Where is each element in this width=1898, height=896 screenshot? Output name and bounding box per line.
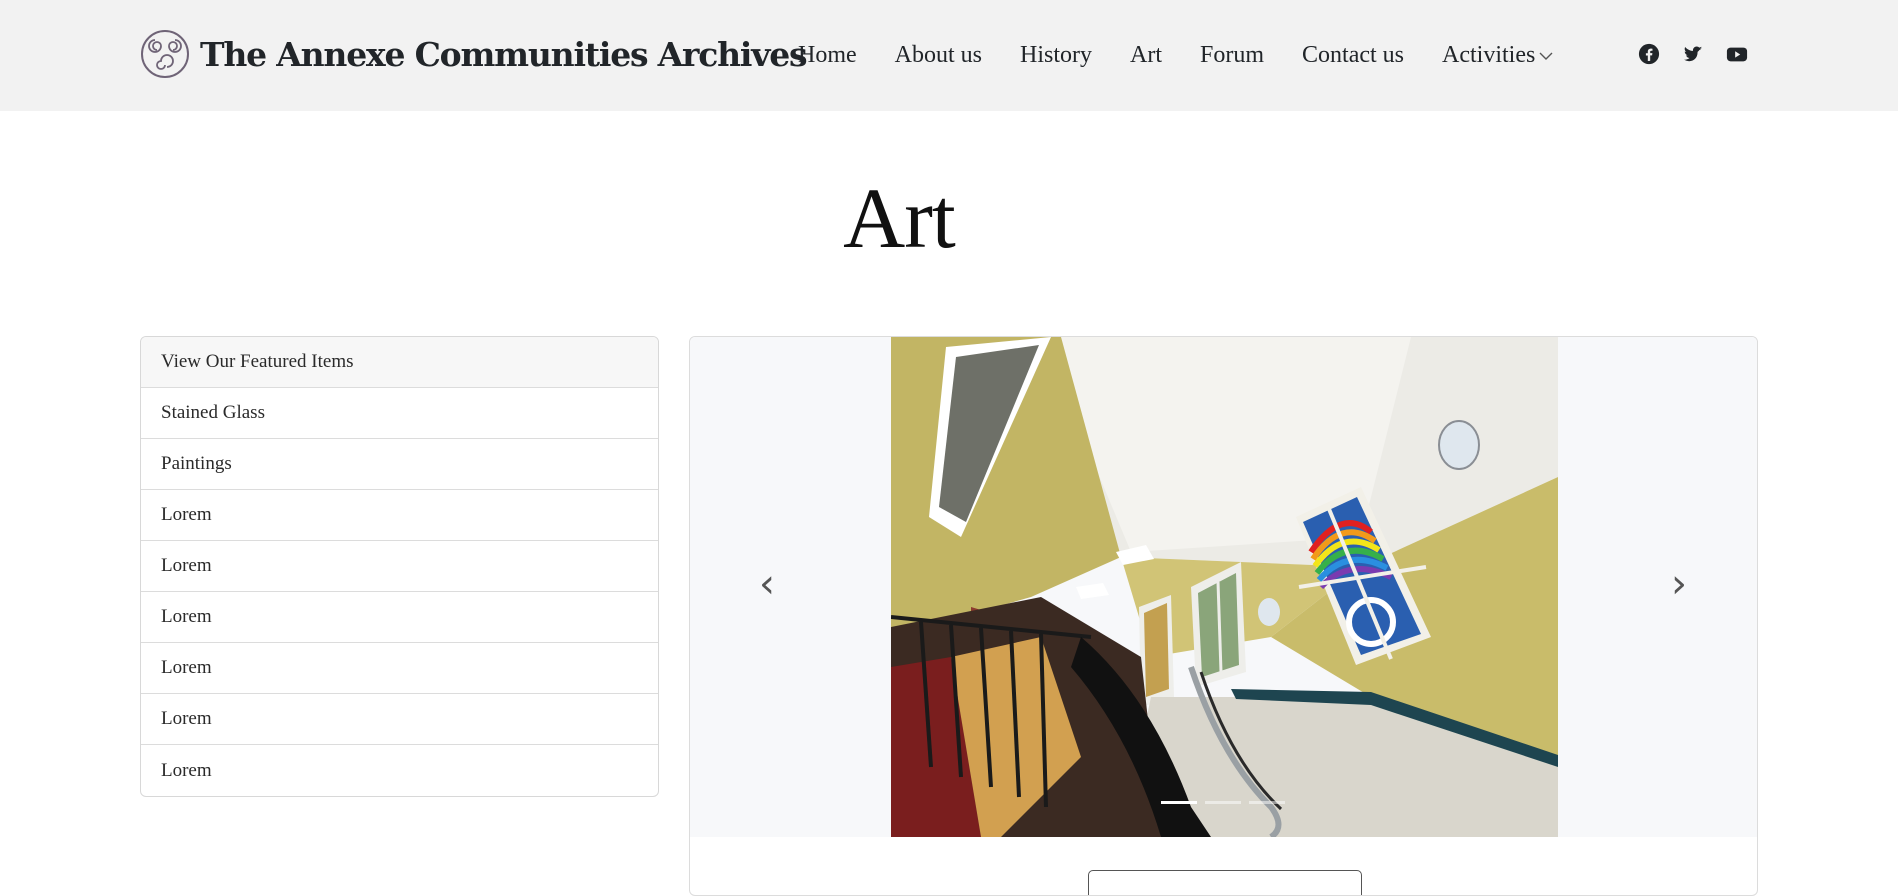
site-header: The Annexe Communities Archives Home Abo…: [0, 0, 1898, 111]
carousel-indicator-1[interactable]: [1161, 801, 1197, 804]
nav-history[interactable]: History: [1001, 42, 1111, 69]
list-item[interactable]: Lorem: [141, 745, 658, 796]
main-nav: Home About us History Art Forum Contact …: [780, 36, 1572, 74]
stairwell-stained-glass-photo: [891, 337, 1558, 837]
list-item[interactable]: Lorem: [141, 592, 658, 643]
list-item[interactable]: Lorem: [141, 643, 658, 694]
list-item[interactable]: Lorem: [141, 490, 658, 541]
youtube-icon[interactable]: [1726, 43, 1748, 65]
triple-spiral-logo-icon: [141, 30, 189, 78]
brand-name: The Annexe Communities Archives: [200, 34, 808, 74]
nav-about-us[interactable]: About us: [876, 42, 1001, 69]
art-category-list: View Our Featured Items Stained Glass Pa…: [140, 336, 659, 797]
list-item[interactable]: Lorem: [141, 541, 658, 592]
nav-forum[interactable]: Forum: [1181, 42, 1283, 69]
nav-home[interactable]: Home: [780, 42, 876, 69]
image-carousel: ‹ ›: [690, 337, 1757, 837]
social-links: [1638, 42, 1748, 66]
featured-carousel-card: ‹ ›: [689, 336, 1758, 896]
list-item-featured-items[interactable]: View Our Featured Items: [141, 337, 658, 388]
carousel-slide-image: [891, 337, 1558, 837]
list-item[interactable]: Lorem: [141, 694, 658, 745]
chevron-left-icon: ‹: [759, 561, 775, 607]
page-title: Art: [0, 168, 1898, 268]
chevron-right-icon: ›: [1671, 561, 1687, 607]
chevron-down-icon: [1539, 52, 1553, 60]
nav-activities-label: Activities: [1442, 41, 1536, 68]
page-title-text: Art: [843, 170, 956, 266]
list-item-paintings[interactable]: Paintings: [141, 439, 658, 490]
twitter-icon[interactable]: [1682, 43, 1704, 65]
carousel-indicators: [1161, 801, 1285, 805]
brand-link[interactable]: The Annexe Communities Archives: [140, 28, 808, 80]
list-item-stained-glass[interactable]: Stained Glass: [141, 388, 658, 439]
carousel-next-button[interactable]: ›: [1659, 559, 1699, 609]
nav-contact-us[interactable]: Contact us: [1283, 42, 1423, 69]
facebook-icon[interactable]: [1638, 43, 1660, 65]
nav-activities-dropdown[interactable]: Activities: [1423, 42, 1572, 69]
nav-art[interactable]: Art: [1111, 42, 1181, 69]
carousel-indicator-2[interactable]: [1205, 801, 1241, 804]
carousel-indicator-3[interactable]: [1249, 801, 1285, 804]
carousel-prev-button[interactable]: ‹: [747, 559, 787, 609]
card-action-button[interactable]: [1088, 870, 1362, 895]
